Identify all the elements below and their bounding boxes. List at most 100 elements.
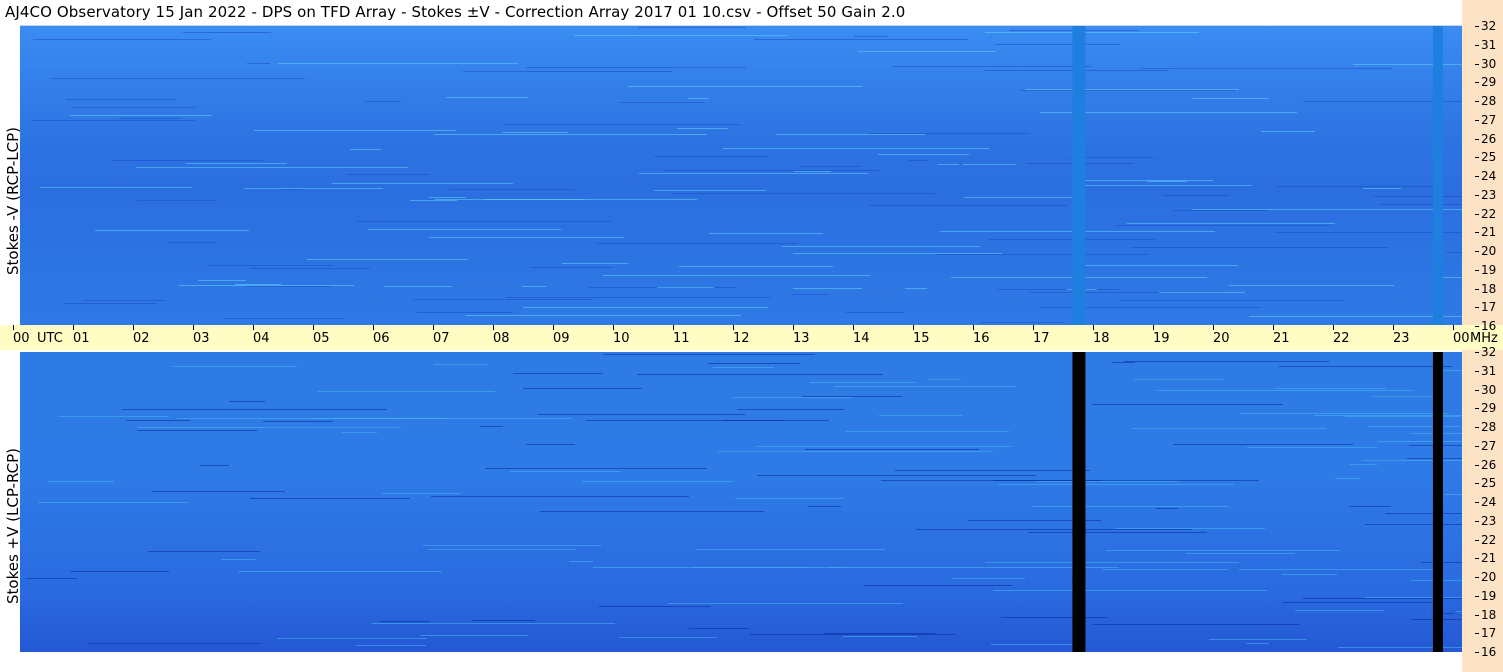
noise-streak (664, 170, 880, 171)
noise-streak (423, 545, 601, 546)
noise-streak (1163, 195, 1229, 196)
noise-streak (1173, 210, 1268, 211)
noise-streak (350, 149, 381, 150)
noise-streak (756, 446, 1011, 447)
noise-streak (1249, 316, 1462, 317)
noise-streak (810, 382, 916, 383)
noise-streak (221, 559, 256, 560)
noise-streak (892, 66, 1091, 67)
mhz-tick-label: 25 (1474, 476, 1497, 491)
noise-streak (1121, 300, 1344, 301)
noise-streak (981, 322, 1064, 323)
noise-streak (235, 284, 281, 285)
noise-streak (1192, 98, 1269, 99)
noise-streak (152, 491, 285, 492)
noise-streak (26, 578, 77, 579)
noise-streak (936, 254, 1148, 255)
utc-tick-label: 20 (1213, 325, 1230, 346)
mhz-tick-label: 20 (1474, 570, 1497, 584)
noise-streak (33, 39, 211, 40)
mhz-label: MHz (1470, 331, 1498, 346)
noise-streak (40, 187, 192, 188)
noise-streak (1159, 292, 1245, 293)
utc-tick-label: 11 (673, 325, 690, 346)
noise-streak (708, 363, 800, 364)
mhz-tick-label: 32 (1474, 19, 1497, 33)
y-axis-label-top: Stokes -V (RCP-LCP) (4, 127, 22, 275)
noise-streak (148, 551, 260, 552)
mhz-tick-label: 31 (1474, 363, 1497, 378)
noise-streak (1275, 388, 1386, 389)
utc-tick-label: 12 (733, 325, 750, 346)
noise-streak (964, 197, 1085, 198)
noise-streak (1156, 508, 1178, 509)
noise-streak (38, 502, 188, 503)
noise-streak (250, 498, 410, 499)
noise-streak (637, 374, 883, 375)
noise-streak (207, 265, 333, 266)
noise-streak (223, 318, 344, 319)
noise-streak (332, 183, 513, 184)
noise-streak (71, 107, 195, 108)
noise-streak (167, 242, 218, 243)
noise-streak (1001, 617, 1107, 618)
noise-streak (794, 171, 831, 172)
mhz-tick-label: 20 (1474, 244, 1497, 258)
noise-streak (1112, 362, 1135, 363)
noise-streak (569, 561, 593, 562)
noise-streak (1019, 90, 1236, 91)
noise-streak (619, 102, 704, 103)
noise-streak (657, 287, 714, 288)
data-gap-bar (1432, 26, 1443, 326)
noise-streak (574, 35, 788, 36)
noise-streak (506, 297, 770, 298)
mhz-tick-label: 30 (1474, 56, 1497, 71)
noise-streak (1456, 611, 1462, 612)
noise-streak (1440, 370, 1462, 371)
noise-streak (723, 420, 783, 421)
noise-streak (916, 529, 1192, 530)
noise-streak (1173, 444, 1353, 445)
mhz-tick-label: 19 (1474, 262, 1497, 277)
noise-streak (112, 160, 263, 161)
noise-streak (263, 421, 333, 422)
mhz-tick-label: 29 (1474, 401, 1497, 416)
noise-streak (342, 432, 377, 433)
noise-streak (603, 275, 870, 276)
noise-streak (689, 628, 749, 629)
noise-streak (1239, 569, 1443, 570)
noise-streak (1192, 209, 1462, 210)
noise-streak (186, 163, 287, 164)
noise-streak (869, 205, 1068, 206)
noise-streak (988, 239, 1155, 240)
noise-streak (466, 315, 741, 316)
noise-streak (998, 484, 1234, 485)
noise-streak (318, 391, 495, 392)
noise-streak (993, 590, 1267, 591)
utc-tick-label: 16 (973, 325, 990, 346)
noise-streak (603, 354, 815, 355)
noise-streak (1132, 428, 1326, 429)
noise-streak (1025, 89, 1239, 90)
noise-streak (1365, 597, 1462, 598)
noise-streak (254, 130, 456, 131)
noise-streak (250, 268, 370, 269)
mhz-tick-label: 23 (1474, 513, 1497, 528)
noise-streak (449, 189, 574, 190)
noise-streak (1246, 643, 1269, 644)
noise-streak (530, 267, 613, 268)
mhz-tick-label: 29 (1474, 75, 1497, 90)
noise-streak (829, 567, 1060, 568)
noise-streak (864, 585, 1012, 586)
noise-streak (995, 44, 1121, 45)
noise-streak (991, 644, 1082, 645)
noise-streak (538, 414, 745, 415)
noise-streak (307, 259, 468, 260)
noise-streak (434, 364, 487, 365)
noise-streak (582, 481, 732, 482)
noise-streak (278, 63, 518, 64)
noise-streak (1353, 64, 1462, 65)
noise-streak (1277, 186, 1443, 187)
mhz-tick-label: 21 (1474, 551, 1497, 566)
noise-streak (434, 134, 707, 135)
